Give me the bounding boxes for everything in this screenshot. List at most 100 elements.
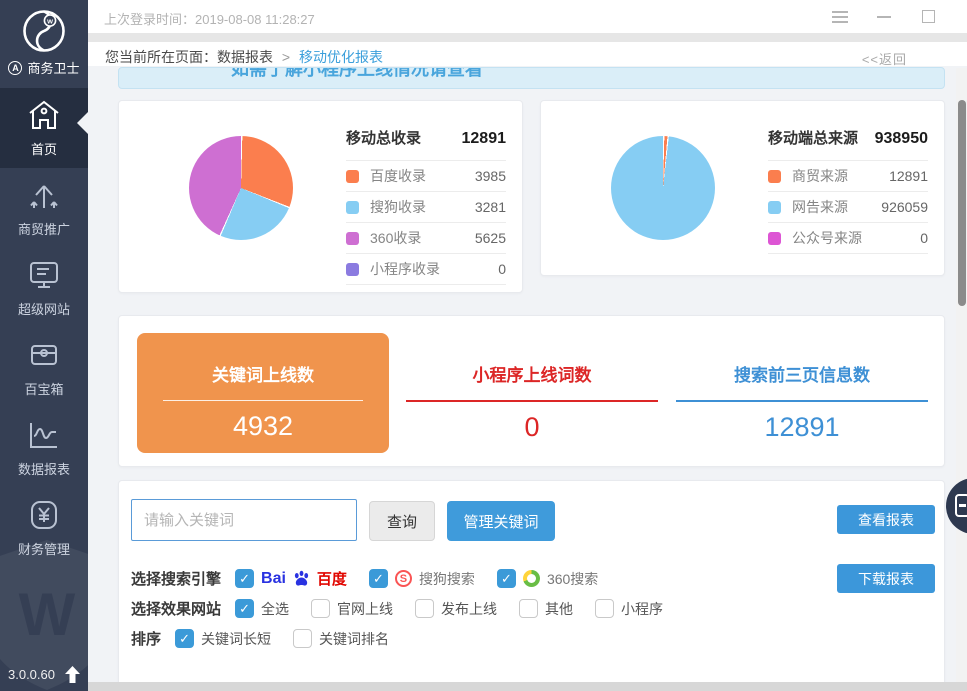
sidebar-item-label: 数据报表 bbox=[18, 459, 70, 478]
sidebar-item-label: 商贸推广 bbox=[18, 219, 70, 238]
keyword-search-input[interactable] bbox=[131, 499, 357, 541]
engine-360: 360搜索 bbox=[497, 569, 598, 589]
site-miniprogram: 小程序 bbox=[595, 599, 663, 619]
sort-length: 关键词长短 bbox=[175, 629, 271, 649]
legend-label: 百度收录 bbox=[370, 166, 426, 186]
scrollbar-thumb[interactable] bbox=[958, 100, 966, 306]
sidebar-item-label: 超级网站 bbox=[18, 299, 70, 318]
legend-value: 5625 bbox=[475, 230, 506, 246]
engine-filter-row: 选择搜索引擎 Bai 百度 S 搜狗搜索 bbox=[131, 568, 620, 589]
legend-row: 小程序收录 0 bbox=[346, 253, 506, 284]
stat-label: 小程序上线词数 bbox=[406, 361, 658, 386]
legend-label: 商贸来源 bbox=[792, 166, 848, 186]
sort-rank: 关键词排名 bbox=[293, 629, 389, 649]
swatch-wechat bbox=[768, 232, 781, 245]
indexed-pie-chart bbox=[189, 136, 293, 240]
engine-filter-label: 选择搜索引擎 bbox=[131, 568, 221, 589]
maximize-icon[interactable] bbox=[919, 8, 937, 26]
sources-pie-chart bbox=[611, 136, 715, 240]
menu-icon[interactable] bbox=[831, 8, 849, 26]
circle-a-icon: A bbox=[8, 61, 22, 75]
legend-row: 网告来源 926059 bbox=[768, 191, 928, 222]
site-filter-label: 选择效果网站 bbox=[131, 598, 221, 619]
sort-length-checkbox[interactable] bbox=[175, 629, 194, 648]
indexed-pie-card: 移动总收录 12891 百度收录 3985 搜狗收录 3281 360收录 56… bbox=[118, 100, 523, 293]
breadcrumb-current[interactable]: 移动优化报表 bbox=[299, 49, 383, 65]
minimize-icon[interactable] bbox=[875, 8, 893, 26]
stat-keywords-online: 关键词上线数 4932 bbox=[137, 333, 389, 453]
sources-legend: 移动端总来源 938950 商贸来源 12891 网告来源 926059 公众号… bbox=[768, 123, 928, 254]
site-miniprogram-checkbox[interactable] bbox=[595, 599, 614, 618]
stat-value: 12891 bbox=[676, 412, 928, 443]
chart-line-icon bbox=[26, 418, 62, 452]
sidebar-item-label: 百宝箱 bbox=[24, 379, 63, 398]
app-window: w A 商务卫士 首页 商贸推广 bbox=[0, 0, 967, 691]
sogou-icon: S bbox=[395, 570, 412, 587]
yuan-icon bbox=[26, 498, 62, 532]
download-report-button[interactable]: 下载报表 bbox=[837, 564, 935, 593]
site-publish-checkbox[interactable] bbox=[415, 599, 434, 618]
query-button[interactable]: 查询 bbox=[369, 501, 435, 541]
360-icon bbox=[523, 570, 540, 587]
stat-value: 4932 bbox=[137, 411, 389, 442]
keyword-panel: 查询 管理关键词 查看报表 下载报表 选择搜索引擎 Bai 百度 S bbox=[118, 480, 945, 691]
site-all: 全选 bbox=[235, 599, 289, 619]
main-content: 如需了解小程序上线情况请查看 移动总收录 12891 百度收录 3985 搜狗收… bbox=[88, 66, 957, 691]
close-icon[interactable]: × bbox=[963, 8, 967, 26]
legend-value: 12891 bbox=[889, 168, 928, 184]
update-arrow-icon[interactable] bbox=[65, 666, 80, 683]
app-logo: w A 商务卫士 bbox=[0, 0, 88, 88]
legend-total: 12891 bbox=[462, 130, 507, 148]
stat-value: 0 bbox=[406, 412, 658, 443]
site-publish: 发布上线 bbox=[415, 599, 497, 619]
swatch-business bbox=[768, 170, 781, 183]
last-login-text: 上次登录时间：2019-08-08 11:28:27 bbox=[104, 9, 315, 28]
view-report-button[interactable]: 查看报表 bbox=[837, 505, 935, 534]
site-official-checkbox[interactable] bbox=[311, 599, 330, 618]
360-checkbox[interactable] bbox=[497, 569, 516, 588]
sort-rank-checkbox[interactable] bbox=[293, 629, 312, 648]
window-controls: × bbox=[831, 0, 967, 33]
service-icon bbox=[955, 494, 967, 517]
site-official: 官网上线 bbox=[311, 599, 393, 619]
legend-row: 百度收录 3985 bbox=[346, 160, 506, 191]
logo-swirl-icon: w bbox=[21, 8, 67, 54]
toolbox-icon bbox=[26, 338, 62, 372]
legend-value: 3985 bbox=[475, 168, 506, 184]
baidu-paw-icon bbox=[293, 570, 310, 587]
sogou-checkbox[interactable] bbox=[369, 569, 388, 588]
legend-row: 商贸来源 12891 bbox=[768, 160, 928, 191]
sidebar-item-toolbox[interactable]: 百宝箱 bbox=[0, 328, 88, 408]
legend-row: 360收录 5625 bbox=[346, 222, 506, 253]
promotion-arrows-icon bbox=[26, 178, 62, 212]
baidu-checkbox[interactable] bbox=[235, 569, 254, 588]
sidebar-item-reports[interactable]: 数据报表 bbox=[0, 408, 88, 488]
breadcrumb-prefix: 您当前所在页面：数据报表 bbox=[105, 49, 273, 65]
back-link[interactable]: <<返回 bbox=[862, 49, 907, 68]
baidu-logo-text: Bai bbox=[261, 570, 286, 588]
engine-baidu: Bai 百度 bbox=[235, 568, 347, 589]
breadcrumb-separator: > bbox=[282, 49, 290, 65]
legend-value: 0 bbox=[498, 261, 506, 277]
sidebar-item-website[interactable]: 超级网站 bbox=[0, 248, 88, 328]
manage-keywords-button[interactable]: 管理关键词 bbox=[447, 501, 555, 541]
sidebar-item-home[interactable]: 首页 bbox=[0, 88, 88, 168]
swatch-360 bbox=[346, 232, 359, 245]
swatch-baidu bbox=[346, 170, 359, 183]
active-notch bbox=[77, 112, 88, 134]
legend-label: 公众号来源 bbox=[792, 228, 862, 248]
sidebar-item-promotion[interactable]: 商贸推广 bbox=[0, 168, 88, 248]
legend-label: 360收录 bbox=[370, 228, 421, 248]
title-bar: 上次登录时间：2019-08-08 11:28:27 × bbox=[88, 0, 967, 33]
svg-text:w: w bbox=[46, 16, 53, 25]
legend-value: 3281 bbox=[475, 199, 506, 215]
legend-value: 0 bbox=[920, 230, 928, 246]
home-icon bbox=[26, 98, 62, 132]
sidebar-nav: 首页 商贸推广 超级网站 百宝箱 bbox=[0, 88, 88, 568]
site-all-checkbox[interactable] bbox=[235, 599, 254, 618]
window-bottom-edge bbox=[88, 682, 967, 691]
legend-row: 公众号来源 0 bbox=[768, 222, 928, 253]
notice-banner: 如需了解小程序上线情况请查看 bbox=[118, 67, 945, 89]
scrollbar-track[interactable] bbox=[956, 68, 967, 682]
site-other-checkbox[interactable] bbox=[519, 599, 538, 618]
